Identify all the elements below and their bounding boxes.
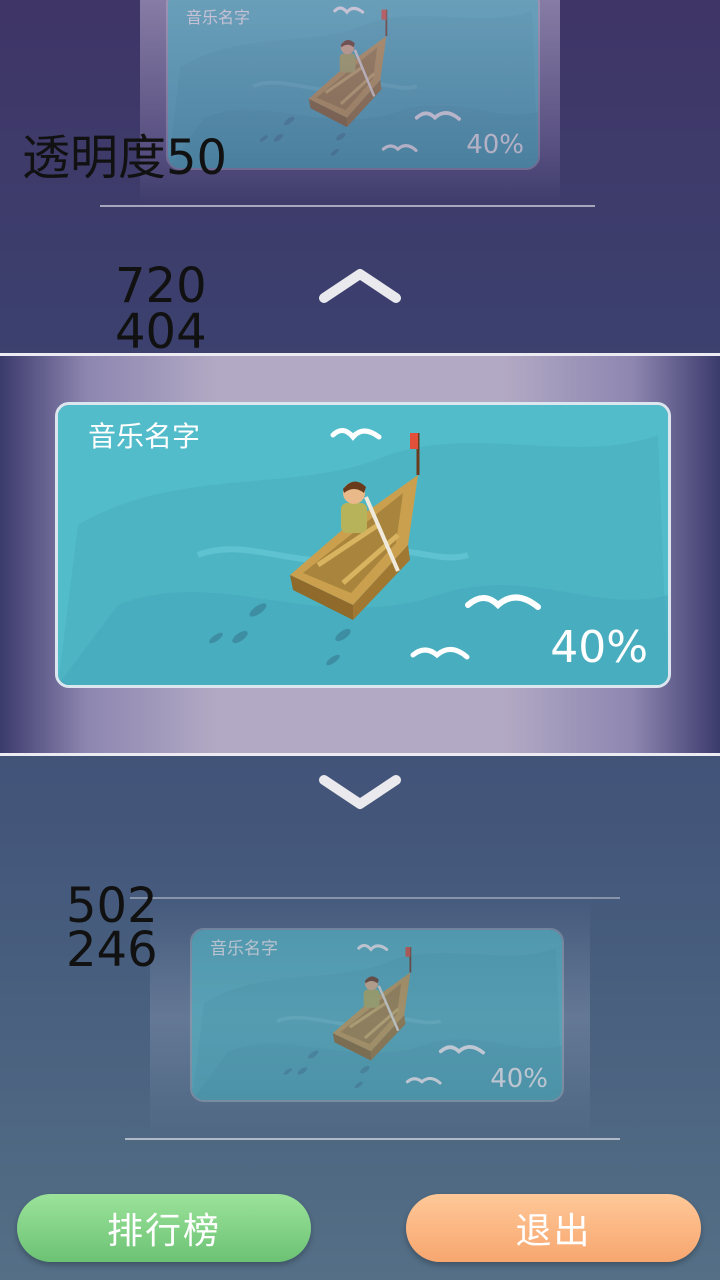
alpha-label: 透明度50 <box>22 130 228 186</box>
progress-percent: 40% <box>466 130 524 160</box>
divider-line <box>100 205 595 207</box>
selected-height: 404 <box>115 304 207 360</box>
small-height: 246 <box>66 922 158 978</box>
divider-line <box>125 1138 620 1140</box>
music-card-selected[interactable]: 音乐名字 40% <box>55 402 671 688</box>
music-title: 音乐名字 <box>210 939 278 959</box>
chevron-down-icon[interactable] <box>318 774 402 810</box>
selected-width: 720 <box>115 258 207 314</box>
music-card-next[interactable]: 音乐名字 40% <box>190 928 564 1102</box>
chevron-up-icon[interactable] <box>318 268 402 304</box>
music-title: 音乐名字 <box>88 420 201 453</box>
leaderboard-button[interactable]: 排行榜 <box>17 1194 311 1262</box>
progress-percent: 40% <box>550 622 648 673</box>
music-title: 音乐名字 <box>186 8 251 27</box>
divider-line <box>130 897 620 899</box>
progress-percent: 40% <box>490 1064 548 1094</box>
exit-button[interactable]: 退出 <box>406 1194 701 1262</box>
